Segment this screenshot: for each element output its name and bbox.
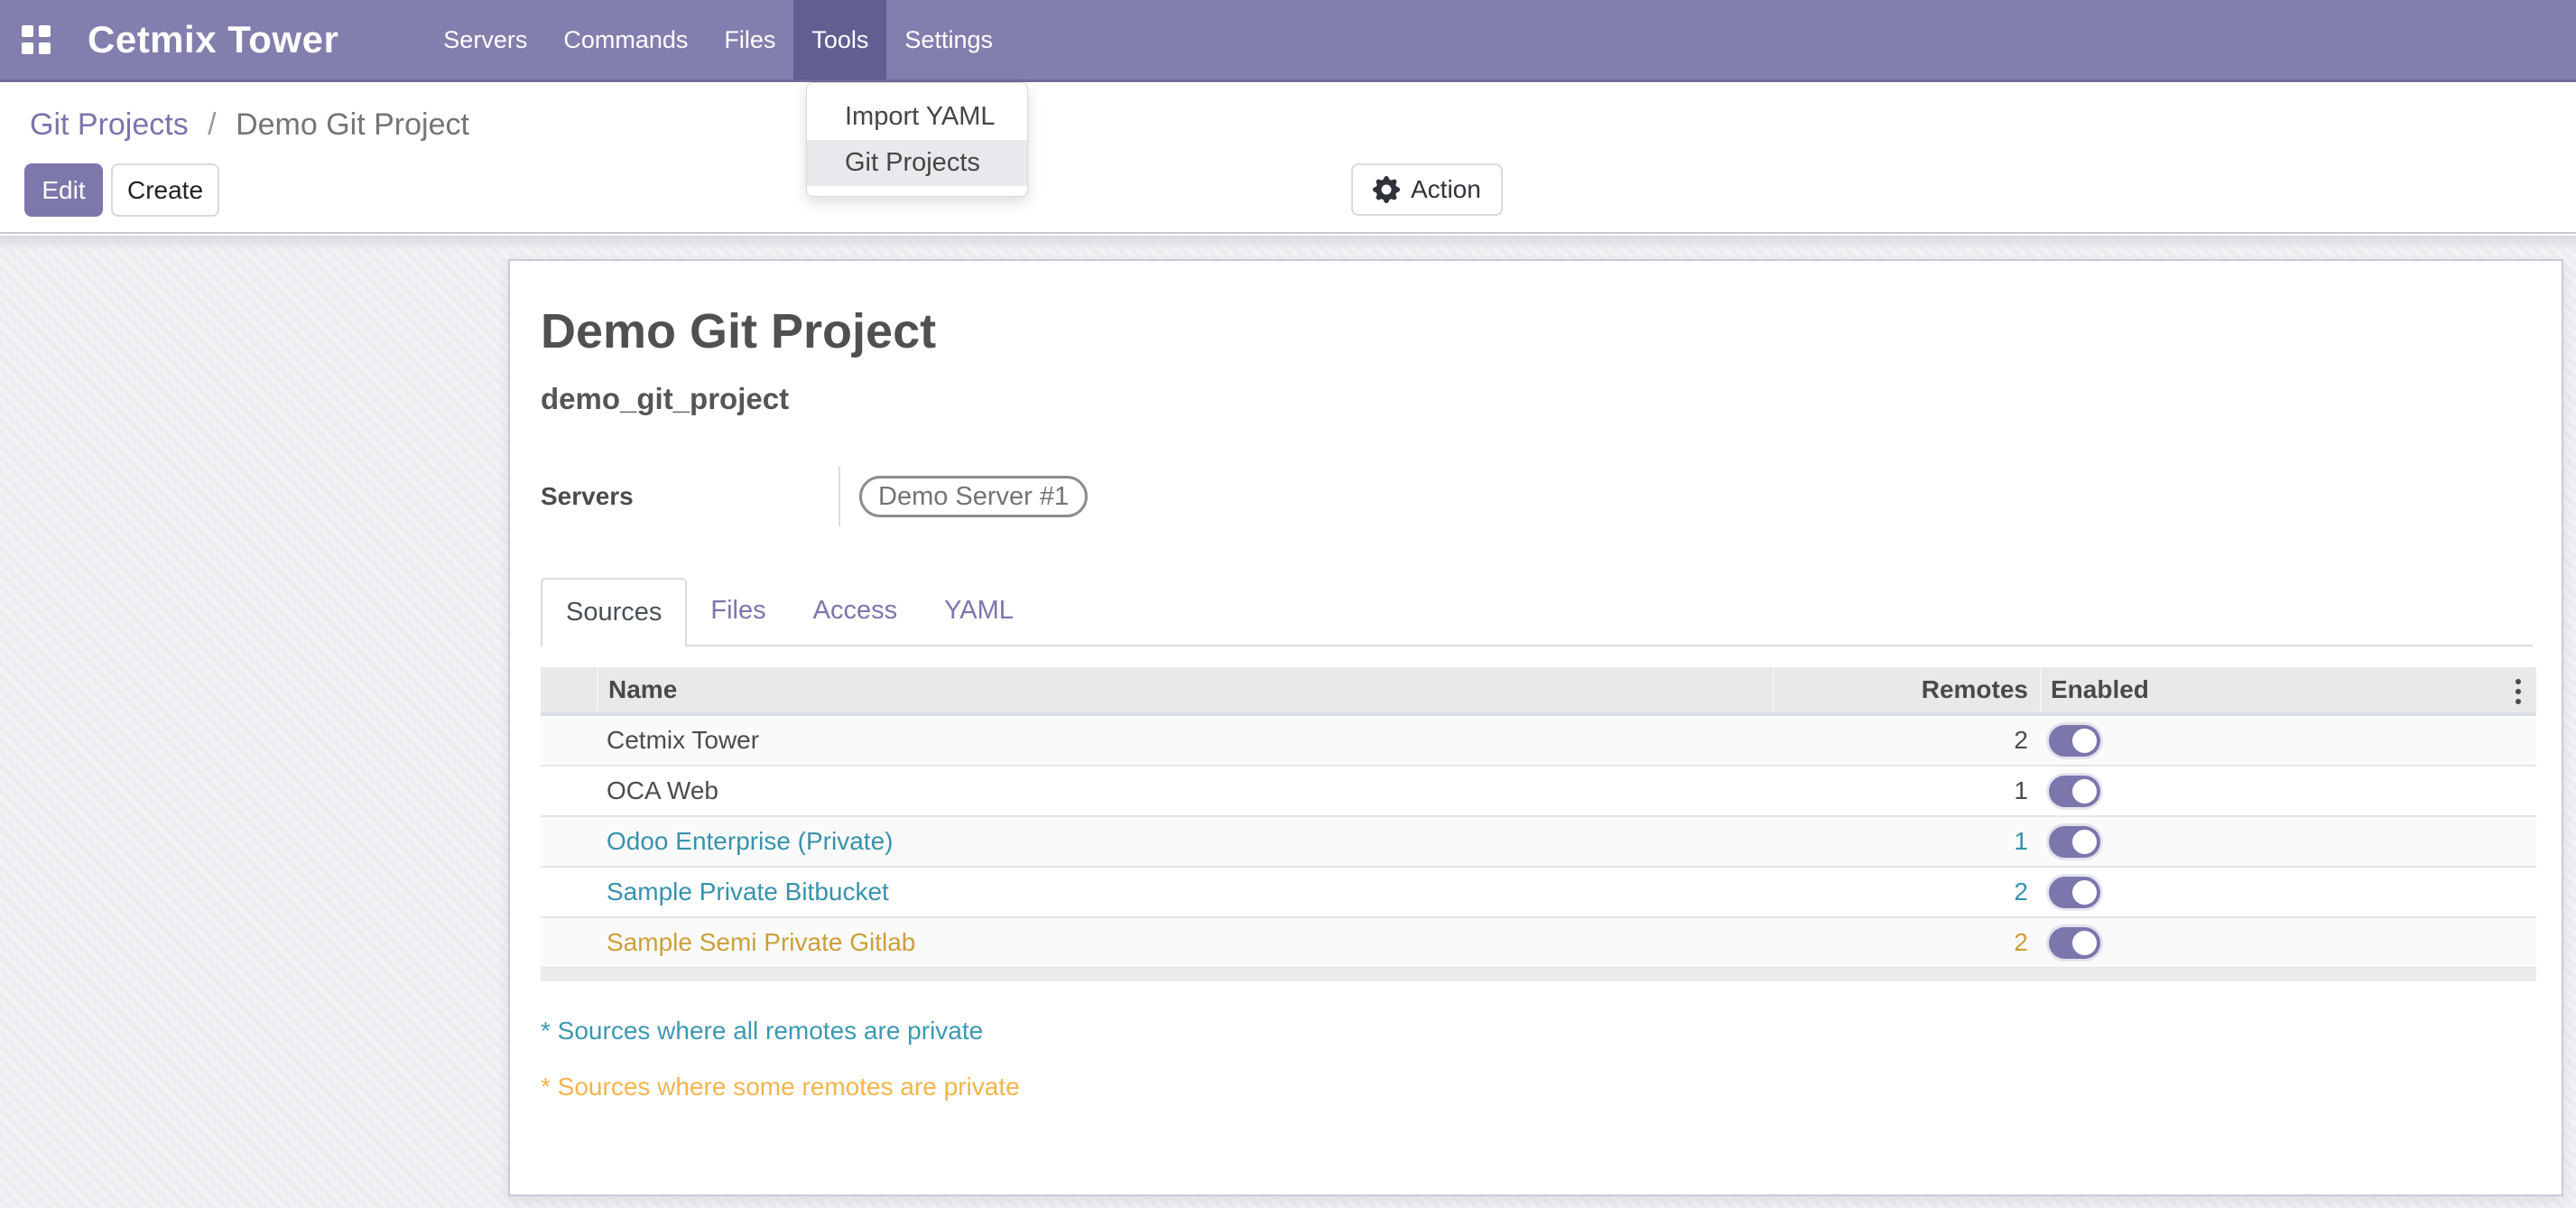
tab-files[interactable]: Files [687, 578, 789, 645]
menu-item-import-yaml[interactable]: Import YAML [807, 94, 1027, 140]
form-sheet: Demo Git Project demo_git_project Server… [508, 259, 2563, 1196]
nav-item-tools[interactable]: Tools [793, 0, 886, 79]
table-row-odoo-enterprise-private-[interactable]: Odoo Enterprise (Private)1 [541, 817, 2536, 868]
tools-dropdown-menu: Import YAMLGit Projects [806, 82, 1028, 197]
top-navbar: Cetmix Tower ServersCommandsFilesToolsSe… [0, 0, 2576, 82]
row-handle-cell [541, 868, 597, 916]
cell-name: Sample Semi Private Gitlab [597, 918, 1773, 967]
row-handle-cell [541, 716, 597, 765]
cell-name: Odoo Enterprise (Private) [597, 817, 1773, 866]
row-handle-cell [541, 767, 597, 815]
cell-enabled [2040, 918, 2536, 967]
column-header-handle [541, 667, 597, 712]
enabled-toggle[interactable] [2049, 826, 2100, 858]
table-row-sample-private-bitbucket[interactable]: Sample Private Bitbucket2 [541, 868, 2536, 918]
cell-remotes: 1 [1773, 767, 2040, 815]
row-handle-cell [541, 918, 597, 967]
create-button[interactable]: Create [111, 163, 219, 217]
legend-note: * Sources where some remotes are private [541, 1069, 1020, 1105]
breadcrumb-parent-link[interactable]: Git Projects [30, 107, 189, 142]
table-row-cetmix-tower[interactable]: Cetmix Tower2 [541, 716, 2536, 767]
table-row-oca-web[interactable]: OCA Web1 [541, 767, 2536, 817]
sources-legend: * Sources where all remotes are private *… [541, 1013, 1020, 1125]
record-title: Demo Git Project [541, 303, 936, 359]
enabled-toggle[interactable] [2049, 725, 2100, 757]
enabled-toggle[interactable] [2049, 927, 2100, 959]
edit-button[interactable]: Edit [24, 163, 103, 217]
nav-item-files[interactable]: Files [706, 0, 793, 79]
nav-item-commands[interactable]: Commands [545, 0, 706, 79]
table-row-sample-semi-private-gitlab[interactable]: Sample Semi Private Gitlab2 [541, 918, 2536, 969]
servers-field-row: Servers Demo Server #1 [541, 461, 1624, 532]
control-panel: Git Projects / Demo Git Project Edit Cre… [0, 82, 2576, 234]
table-body: Cetmix Tower2OCA Web1Odoo Enterprise (Pr… [541, 716, 2536, 969]
tab-access[interactable]: Access [790, 578, 921, 645]
cell-remotes: 1 [1773, 817, 2040, 866]
breadcrumb-separator: / [197, 107, 227, 142]
servers-field-label: Servers [541, 461, 634, 532]
table-footer [541, 969, 2536, 981]
breadcrumb-current: Demo Git Project [236, 107, 469, 142]
navbar-menu: ServersCommandsFilesToolsSettings [425, 0, 1011, 79]
cell-enabled [2040, 716, 2536, 765]
page: Cetmix Tower ServersCommandsFilesToolsSe… [0, 0, 2576, 1208]
row-handle-cell [541, 817, 597, 866]
menu-item-git-projects[interactable]: Git Projects [807, 140, 1027, 186]
column-header-enabled[interactable]: Enabled [2040, 667, 2536, 712]
apps-grid-icon[interactable] [22, 25, 51, 55]
nav-item-settings[interactable]: Settings [886, 0, 1011, 79]
enabled-toggle[interactable] [2049, 776, 2100, 807]
column-header-name[interactable]: Name [597, 667, 1773, 712]
legend-note: * Sources where all remotes are private [541, 1013, 1020, 1049]
sources-table: NameRemotesEnabled Cetmix Tower2OCA Web1… [541, 667, 2536, 981]
cell-remotes: 2 [1773, 716, 2040, 765]
cell-enabled [2040, 767, 2536, 815]
enabled-toggle[interactable] [2049, 877, 2100, 908]
cell-enabled [2040, 868, 2536, 916]
action-button[interactable]: Action [1351, 163, 1503, 216]
action-button-label: Action [1411, 175, 1481, 204]
notebook-tabs: SourcesFilesAccessYAML [541, 578, 2533, 646]
table-header-row: NameRemotesEnabled [541, 667, 2536, 716]
cell-remotes: 2 [1773, 918, 2040, 967]
nav-item-servers[interactable]: Servers [425, 0, 545, 79]
kebab-vertical-icon[interactable] [2507, 679, 2529, 704]
app-brand[interactable]: Cetmix Tower [88, 0, 338, 79]
breadcrumb: Git Projects / Demo Git Project [30, 104, 469, 145]
cell-name: Sample Private Bitbucket [597, 868, 1773, 916]
server-tags: Demo Server #1 [859, 476, 1088, 517]
content-area: Demo Git Project demo_git_project Server… [0, 236, 2576, 1208]
cell-name: Cetmix Tower [597, 716, 1773, 765]
tab-sources[interactable]: Sources [541, 578, 687, 646]
cell-enabled [2040, 817, 2536, 866]
server-tag: Demo Server #1 [859, 476, 1088, 517]
column-header-remotes[interactable]: Remotes [1773, 667, 2040, 712]
cell-remotes: 2 [1773, 868, 2040, 916]
record-reference: demo_git_project [541, 378, 789, 420]
gear-icon [1373, 176, 1400, 203]
cell-name: OCA Web [597, 767, 1773, 815]
tab-yaml[interactable]: YAML [921, 578, 1037, 645]
field-separator [839, 467, 840, 526]
